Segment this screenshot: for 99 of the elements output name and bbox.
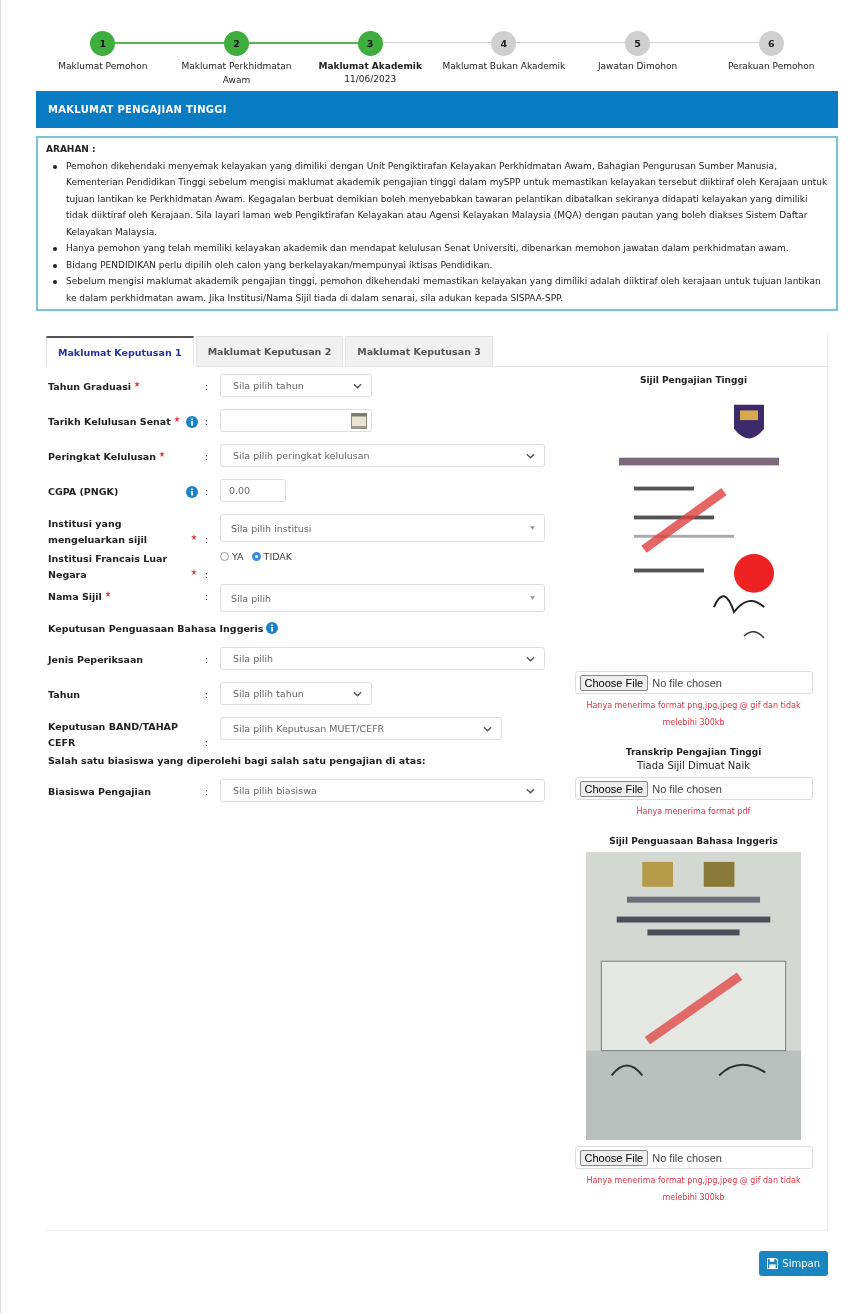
upload-title: Sijil Penguasaan Bahasa Inggeris: [609, 836, 778, 846]
dropdown-field[interactable]: Sila pilih biasiswa: [220, 779, 545, 802]
field-label: Tahun Graduasi: [48, 380, 132, 394]
choose-file-button[interactable]: Choose File: [579, 1149, 649, 1166]
dropdown-placeholder: Sila pilih institusi: [231, 522, 312, 534]
dropdown-placeholder: Sila pilih biasiswa: [233, 785, 317, 796]
radio-option[interactable]: YA: [220, 551, 244, 562]
colon-separator: :: [204, 653, 208, 667]
bullet-icon: [53, 247, 57, 251]
tab[interactable]: Maklumat Keputusan 3: [345, 336, 493, 367]
choose-file-button[interactable]: Choose File: [579, 780, 649, 797]
bullet-icon: [53, 164, 57, 169]
step-number[interactable]: 6: [758, 30, 784, 56]
dropdown-field[interactable]: Sila pilih institusi: [220, 514, 545, 542]
dropdown-field[interactable]: Sila pilih Keputusan MUET/CEFR: [220, 717, 502, 740]
file-status: No file chosen: [652, 782, 722, 795]
bullet-icon: [53, 263, 57, 268]
field-label: Tarikh Kelulusan Senat: [48, 415, 171, 429]
instructions-title: ARAHAN :: [46, 143, 97, 156]
radio-option[interactable]: TIDAK: [251, 551, 293, 562]
chevron-down-icon: [353, 382, 362, 389]
dropdown-field[interactable]: Sila pilih tahun: [220, 374, 372, 397]
info-icon[interactable]: [186, 416, 198, 428]
info-icon[interactable]: [266, 622, 279, 634]
chevron-down-icon: [526, 452, 535, 459]
bullet-icon: [53, 280, 57, 284]
step-number[interactable]: 3: [357, 30, 383, 56]
step-number[interactable]: 1: [90, 30, 116, 56]
upload-title: Transkrip Pengajian Tinggi: [625, 747, 762, 757]
instruction-text: Sebelum mengisi maklumat akademik pengajian tinggi, pemohon dikehendaki memastikan kelayakan yang dimiliki adalah diiktiraf oleh kerajaan untuk tujuan lantikan ke dalam perkhidmatan awam. Jika Institusi/Nama Sijil tiada di dalam senarai, sila adukan kepada SISPAA-SPP.: [66, 275, 822, 305]
dropdown-placeholder: Sila pilih tahun: [233, 380, 304, 391]
info-icon[interactable]: [186, 486, 198, 498]
field-label: Institusi yang mengeluarkan sijil: [48, 517, 148, 547]
field-label: Tahun: [48, 688, 80, 702]
colon-separator: :: [204, 450, 208, 464]
dropdown-field[interactable]: Sila pilih: [220, 584, 545, 612]
dropdown-placeholder: Sila pilih peringkat kelulusan: [233, 450, 370, 461]
colon-separator: :: [204, 415, 208, 429]
chevron-down-icon: [526, 655, 535, 662]
colon-separator: :: [204, 533, 208, 547]
colon-separator: :: [204, 785, 208, 799]
dropdown-field[interactable]: Sila pilih: [220, 647, 545, 670]
step-date: 11/06/2023: [344, 73, 397, 86]
upload-note: Hanya menerima format pdf: [635, 806, 752, 818]
tab[interactable]: Maklumat Keputusan 2: [195, 336, 344, 367]
date-field[interactable]: [220, 409, 372, 432]
step-number[interactable]: 2: [224, 30, 249, 56]
step-number[interactable]: 5: [625, 30, 650, 56]
step-label: Maklumat Perkhidmatan Awam: [180, 60, 293, 87]
dropdown-placeholder: Sila pilih: [233, 653, 274, 664]
section-subtitle: Salah satu biasiswa yang diperolehi bagi salah satu pengajian di atas:: [48, 755, 426, 766]
field-label: Biasiswa Pengajian: [48, 785, 152, 799]
upload-message: Tiada Sijil Dimuat Naik: [637, 760, 750, 771]
save-button[interactable]: Simpan: [759, 1251, 828, 1276]
file-input[interactable]: Choose File No file chosen: [574, 777, 813, 800]
choose-file-button[interactable]: Choose File: [579, 674, 649, 691]
colon-separator: :: [204, 380, 208, 394]
step-number[interactable]: 4: [491, 30, 517, 56]
step-label: Perakuan Pemohon: [728, 60, 815, 73]
colon-separator: :: [204, 736, 208, 750]
dropdown-field[interactable]: Sila pilih peringkat kelulusan: [220, 444, 545, 467]
instruction-text: Hanya pemohon yang telah memiliki kelayakan akademik dan mendapat kelulusan Senat Universiti, dibenarkan memohon jawatan dalam perkhidmatan awam.: [66, 242, 789, 255]
step-label: Maklumat Akademik: [318, 60, 422, 73]
colon-separator: :: [204, 688, 208, 702]
field-label: Institusi Francais Luar Negara: [48, 552, 169, 582]
chevron-down-icon: [526, 787, 535, 794]
chevron-down-icon: [483, 725, 492, 732]
step-label: Jawatan Dimohon: [597, 60, 678, 73]
field-label: CGPA (PNGK): [48, 485, 119, 499]
colon-separator: :: [204, 568, 208, 582]
calendar-icon[interactable]: [351, 412, 367, 429]
dropdown-field[interactable]: Sila pilih tahun: [220, 682, 372, 705]
field-label: Peringkat Kelulusan: [48, 450, 156, 464]
dropdown-placeholder: Sila pilih tahun: [233, 688, 304, 699]
step-label: Maklumat Bukan Akademik: [442, 60, 566, 73]
field-label: Jenis Peperiksaan: [48, 653, 144, 667]
upload-title: Sijil Pengajian Tinggi: [640, 375, 747, 385]
field-label: Nama Sijil: [48, 590, 102, 604]
field-label: Keputusan BAND/TAHAP CEFR: [48, 720, 179, 750]
colon-separator: :: [204, 590, 208, 604]
cgpa-input[interactable]: 0.00: [220, 479, 286, 502]
file-input[interactable]: Choose File No file chosen: [574, 1146, 813, 1169]
upload-note: Hanya menerima format png,jpg,jpeg @ gif dan tidak melebihi 300kb: [585, 700, 802, 729]
step-label: Maklumat Pemohon: [58, 60, 148, 73]
tab[interactable]: Maklumat Keputusan 1: [46, 336, 194, 367]
section-subtitle: Keputusan Penguasaan Bahasa Inggeris: [48, 622, 264, 634]
file-status: No file chosen: [652, 676, 722, 689]
file-status: No file chosen: [652, 1151, 722, 1164]
chevron-down-icon: [353, 690, 362, 697]
section-header: MAKLUMAT PENGAJIAN TINGGI: [36, 91, 838, 128]
colon-separator: :: [204, 485, 208, 499]
instruction-text: Pemohon dikehendaki menyemak kelayakan yang dimiliki dengan Unit Pengiktirafan Kelayakan Perkhidmatan Awam, Bahagian Pengurusan Sumber Manusia, Kementerian Pendidikan Tinggi sebelum mengisi maklumat akademik pengajian tinggi dalam mySPP untuk memastikan kelayakan tersebut diiktiraf oleh Kerajaan untuk tujuan lantikan ke Perkhidmatan Awam. Kegagalan berbuat demikian boleh menyebabkan tawaran pelantikan dibatalkan sekiranya didapati kelayakan yang dimiliki tidak diiktiraf oleh Kerajaan. Sila layari laman web Pengiktirafan Kelayakan atau Agensi Kelayakan Malaysia (MQA) dengan pautan yang boleh diakses Sistem Daftar Kelayakan Malaysia.: [66, 159, 828, 239]
dropdown-placeholder: Sila pilih: [231, 592, 272, 604]
upload-note: Hanya menerima format png,jpg,jpeg @ gif dan tidak melebihi 300kb: [585, 1175, 802, 1204]
caret-icon: [530, 526, 535, 530]
instruction-text: Bidang PENDIDIKAN perlu dipilih oleh calon yang berkelayakan/mempunyai iktisas Pendidikan.: [66, 258, 493, 272]
caret-icon: [530, 596, 535, 600]
file-input[interactable]: Choose File No file chosen: [574, 671, 813, 694]
dropdown-placeholder: Sila pilih Keputusan MUET/CEFR: [233, 723, 385, 734]
